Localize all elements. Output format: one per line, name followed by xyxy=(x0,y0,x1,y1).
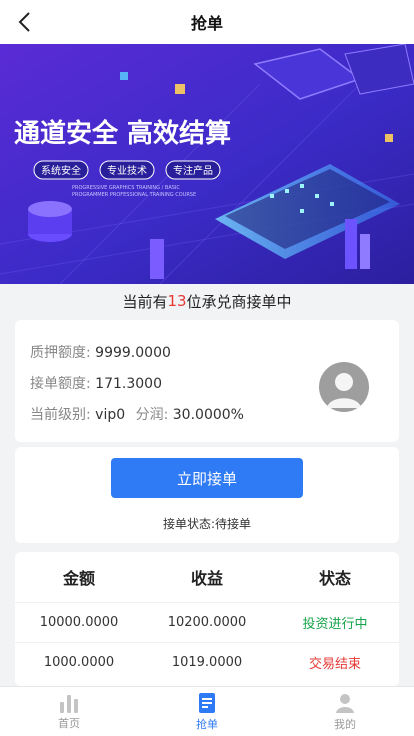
header-amount: 金额 xyxy=(62,569,95,588)
tab-grab-order[interactable]: 抢单 xyxy=(138,687,276,736)
banner-subtext-2: PROGRAMMER PROFESSIONAL TRAINING COURSE xyxy=(72,192,196,198)
level-label: 当前级别: xyxy=(30,407,91,423)
page-title: 抢单 xyxy=(190,14,223,33)
order-quota-row: 接单额度: 171.3000 xyxy=(30,373,162,393)
banner-tag-2: 专业技术 xyxy=(107,164,147,177)
table-row[interactable]: 1000.0000 1019.0000 交易结束 xyxy=(15,642,399,682)
online-acceptors-text: 当前有 13 位承兑商接单中 xyxy=(0,284,414,318)
row-status: 交易结束 xyxy=(308,657,361,672)
top-nav-bar: 抢单 xyxy=(0,0,414,44)
banner-subtext-1: PROGRESSIVE GRAPHICS TRAINING / BASIC xyxy=(72,185,180,191)
online-suffix: 位承兑商接单中 xyxy=(186,292,292,311)
account-info-card: 质押额度: 9999.0000 接单额度: 171.3000 当前级别: vip… xyxy=(15,320,399,442)
deposit-row: 质押额度: 9999.0000 xyxy=(30,342,171,362)
banner-tags: 系统安全 专业技术 专注产品 xyxy=(33,160,221,180)
banner-tag-3: 专注产品 xyxy=(173,164,213,177)
online-prefix: 当前有 xyxy=(122,292,168,311)
tab-mine-label: 我的 xyxy=(334,717,356,731)
user-avatar-icon xyxy=(327,373,361,408)
back-button[interactable] xyxy=(10,8,38,36)
promo-banner[interactable]: 通道安全 高效结算 系统安全 专业技术 专注产品 PROGRESSIVE GRA… xyxy=(0,44,414,284)
orders-table: 金额 收益 状态 10000.0000 10200.0000 投资进行中 100… xyxy=(15,552,399,686)
header-profit: 收益 xyxy=(190,569,223,588)
order-quota-value: 171.3000 xyxy=(95,376,162,392)
deposit-label: 质押额度: xyxy=(30,345,91,361)
table-row[interactable]: 10000.0000 10200.0000 投资进行中 xyxy=(15,602,399,642)
level-value: vip0 xyxy=(95,407,126,423)
bottom-tab-bar: 首页 抢单 我的 xyxy=(0,686,414,736)
row-amount: 10000.0000 xyxy=(39,615,119,630)
document-icon xyxy=(199,692,215,713)
share-value: 30.0000% xyxy=(172,407,244,423)
banner-headline: 通道安全 高效结算 xyxy=(14,118,231,149)
avatar xyxy=(319,362,369,412)
chevron-left-icon xyxy=(18,12,30,32)
level-row: 当前级别: vip0 分润: 30.0000% xyxy=(30,404,244,424)
bar-chart-icon xyxy=(60,694,78,713)
row-amount: 1000.0000 xyxy=(43,655,115,670)
row-status: 投资进行中 xyxy=(302,617,368,632)
order-status-text: 接单状态:待接单 xyxy=(162,517,252,531)
banner-tag-1: 系统安全 xyxy=(41,164,81,177)
tab-home[interactable]: 首页 xyxy=(0,687,138,736)
tab-home-label: 首页 xyxy=(58,716,80,730)
row-profit: 10200.0000 xyxy=(167,615,247,630)
online-count: 13 xyxy=(167,292,187,310)
user-icon xyxy=(336,693,354,713)
order-quota-label: 接单额度: xyxy=(30,376,91,392)
table-header: 金额 收益 状态 xyxy=(15,552,399,602)
grab-order-button[interactable]: 立即接单 xyxy=(111,458,303,498)
row-profit: 1019.0000 xyxy=(171,655,243,670)
grab-order-card: 立即接单 接单状态:待接单 xyxy=(15,447,399,543)
share-label: 分润: xyxy=(135,407,169,423)
tab-grab-order-label: 抢单 xyxy=(196,717,218,731)
deposit-value: 9999.0000 xyxy=(95,345,171,361)
tab-mine[interactable]: 我的 xyxy=(276,687,414,736)
header-status: 状态 xyxy=(318,569,351,588)
